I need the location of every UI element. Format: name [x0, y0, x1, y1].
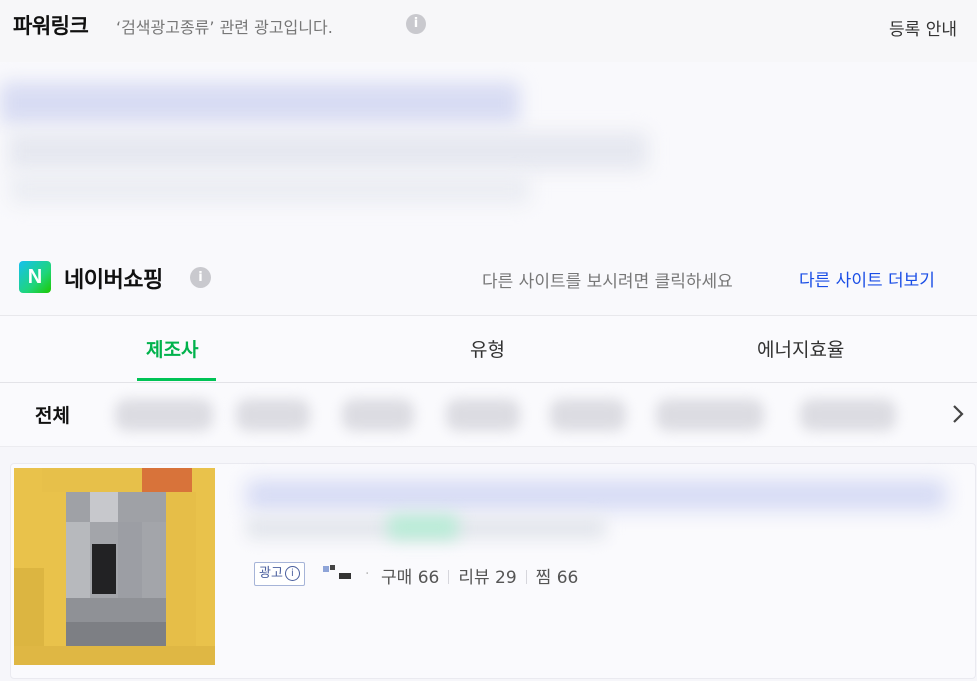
seller-logo-icon	[330, 565, 335, 570]
divider	[448, 570, 450, 584]
product-stats: 구매 66 리뷰 29 찜 66	[381, 563, 578, 588]
register-guide-link[interactable]: 등록 안내	[889, 15, 957, 40]
filter-chip-row: 전체	[0, 383, 977, 447]
blurred-ad-banner[interactable]	[0, 62, 977, 240]
tab-energy-efficiency[interactable]: 에너지효율	[757, 335, 844, 362]
separator-dot: ·	[365, 566, 370, 582]
ad-badge-label: 광고	[259, 566, 283, 581]
wish-count[interactable]: 66	[557, 568, 579, 588]
info-icon[interactable]: i	[406, 14, 426, 34]
purchase-count: 66	[417, 568, 440, 588]
blurred-price-tag	[388, 515, 458, 539]
active-tab-indicator	[137, 378, 216, 381]
naver-shopping-header: N 네이버쇼핑 i 다른 사이트를 보시려면 클릭하세요 다른 사이트 더보기	[0, 240, 977, 316]
product-thumbnail[interactable]	[14, 468, 215, 665]
naver-shopping-title: 네이버쇼핑	[64, 268, 163, 293]
other-sites-hint: 다른 사이트를 보시려면 클릭하세요	[482, 272, 733, 292]
purchase-label: 구매	[381, 568, 413, 588]
naver-logo-icon: N	[19, 261, 51, 293]
seller-logo-icon	[339, 573, 351, 579]
blurred-chip[interactable]	[800, 399, 896, 431]
review-label[interactable]: 리뷰	[458, 568, 489, 588]
filter-tabs: 제조사 유형 에너지효율	[0, 316, 977, 383]
product-section: 광고 i · 구매 66 리뷰 29 찜 66	[0, 447, 977, 681]
chevron-right-icon[interactable]	[947, 401, 969, 427]
powerlink-title: 파워링크	[13, 14, 89, 38]
more-sites-link[interactable]: 다른 사이트 더보기	[799, 266, 935, 291]
info-icon: i	[284, 566, 300, 581]
blurred-product-title[interactable]	[246, 480, 946, 510]
blurred-chip[interactable]	[236, 399, 310, 431]
blurred-chip[interactable]	[656, 399, 764, 431]
wish-label[interactable]: 찜	[536, 568, 552, 588]
divider	[525, 570, 527, 584]
blurred-chip[interactable]	[446, 399, 520, 431]
seller-logo-icon	[323, 566, 329, 572]
review-count[interactable]: 29	[495, 568, 517, 588]
blurred-chip[interactable]	[115, 399, 213, 431]
tab-manufacturer[interactable]: 제조사	[146, 335, 198, 362]
powerlink-description: ‘검색광고종류’ 관련 광고입니다.	[116, 18, 333, 37]
blurred-chip[interactable]	[550, 399, 626, 431]
chip-all[interactable]: 전체	[35, 401, 70, 428]
ad-badge[interactable]: 광고 i	[254, 562, 305, 586]
tab-type[interactable]: 유형	[470, 335, 505, 362]
powerlink-header: 파워링크 ‘검색광고종류’ 관련 광고입니다. i 등록 안내	[0, 0, 977, 63]
info-icon[interactable]: i	[190, 267, 211, 288]
blurred-chip[interactable]	[342, 399, 414, 431]
